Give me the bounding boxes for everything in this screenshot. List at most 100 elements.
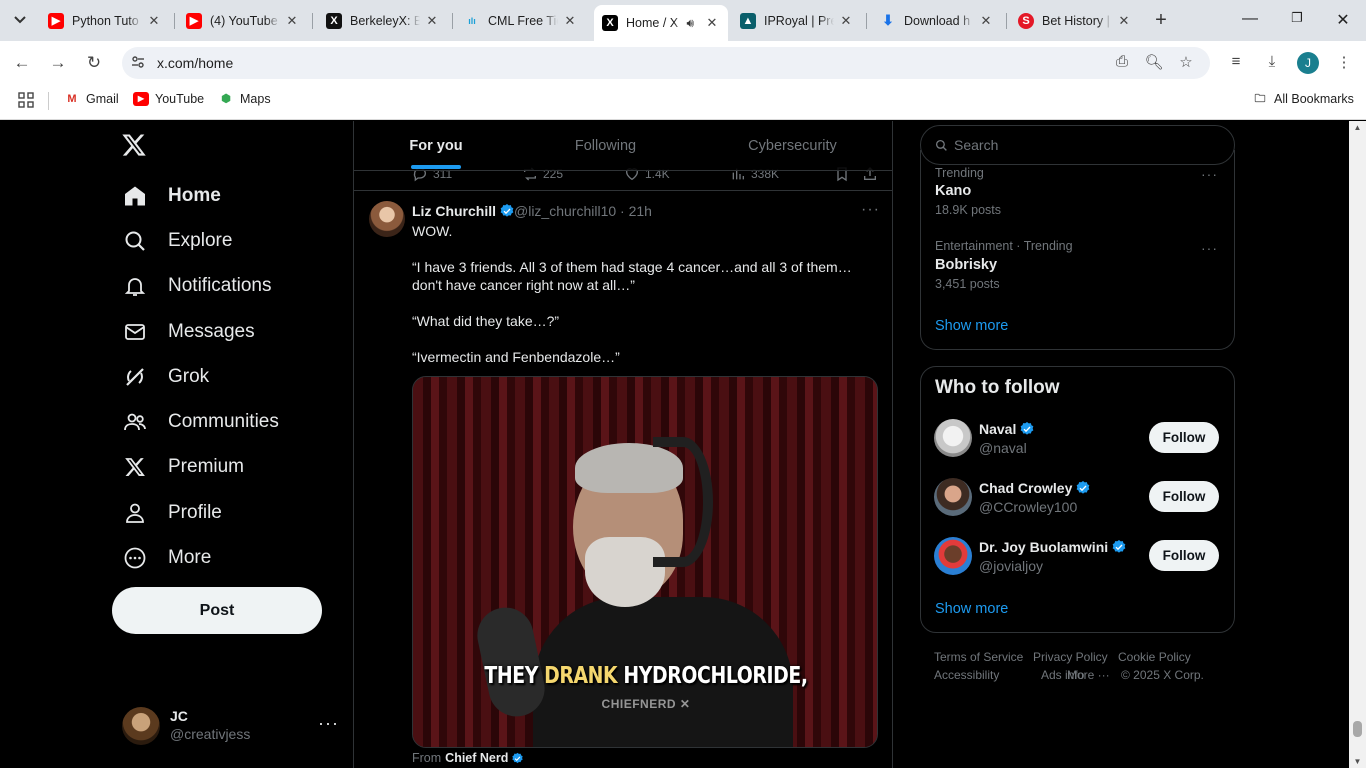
install-app-icon[interactable]: ⎙ [1112,53,1132,70]
trend-name[interactable]: Kano [935,183,971,199]
more-dots-icon[interactable]: ··· [318,713,339,734]
bookmark-star-icon[interactable]: ☆ [1176,53,1196,71]
bookmark-youtube[interactable]: ▶ YouTube [133,92,204,106]
person-icon [122,500,148,526]
nav-grok[interactable]: Grok [112,355,332,399]
source-name[interactable]: Chief Nerd [445,751,508,765]
account-switcher[interactable]: JC @creativjess ··· [122,705,342,747]
all-bookmarks[interactable]: 🗀 All Bookmarks [1252,92,1354,106]
suggestion-name[interactable]: Dr. Joy Buolamwini [979,539,1127,555]
browser-tab[interactable]: ▲ IPRoyal | Pre ✕ [732,5,862,36]
close-tab-icon[interactable]: ✕ [1116,13,1132,29]
bookmark-label: Maps [240,92,271,106]
suggestion-name[interactable]: Chad Crowley [979,480,1091,496]
bookmarks-bar [0,85,1366,120]
browser-tab[interactable]: ⬇ Download h ✕ [872,5,1002,36]
post-more-dots-icon[interactable]: ··· [861,201,880,219]
trend-more-dots-icon[interactable]: ··· [1201,240,1218,256]
minimize-icon[interactable]: — [1240,10,1260,28]
forward-arrow-icon[interactable]: → [46,52,70,74]
close-tab-icon[interactable]: ✕ [284,13,300,29]
footer-link-privacy[interactable]: Privacy Policy [1033,650,1108,664]
x-logo-icon[interactable] [121,132,149,160]
restore-window-icon[interactable]: ❐ [1287,10,1307,26]
trend-name[interactable]: Bobrisky [935,257,997,273]
author-name[interactable]: Liz Churchill [412,203,515,219]
browser-tab[interactable]: S Bet History | ✕ [1010,5,1140,36]
avatar[interactable] [934,537,972,575]
tab-following[interactable]: Following [518,121,693,171]
author-handle-time[interactable]: @liz_churchill10 · 21h [514,203,652,219]
site-info-icon[interactable] [131,55,145,72]
tab-search-chevron-icon[interactable] [8,8,32,32]
profile-avatar[interactable]: J [1297,52,1319,74]
who-to-follow-show-more-link[interactable]: Show more [935,601,1008,617]
home-icon [122,183,148,209]
nav-messages[interactable]: Messages [112,310,332,354]
browser-tab[interactable]: ▶ (4) YouTube ✕ [178,5,308,36]
browser-tab[interactable]: ▶ Python Tuto ✕ [40,5,170,36]
search-placeholder: Search [954,137,999,153]
bookmark-label: Gmail [86,92,119,106]
verified-badge-icon [1077,481,1090,494]
nav-more[interactable]: More [112,536,332,580]
nav-explore[interactable]: Explore [112,219,332,263]
reload-icon[interactable]: ↻ [82,52,106,74]
page-scrollbar[interactable]: ▲ ▼ [1349,121,1366,768]
close-tab-icon[interactable]: ✕ [978,13,994,29]
folder-icon: 🗀 [1254,93,1266,105]
downloads-icon[interactable]: ⤓ [1261,53,1283,70]
avatar[interactable] [934,478,972,516]
close-tab-icon[interactable]: ✕ [424,13,440,29]
follow-button[interactable]: Follow [1149,540,1219,571]
search-input[interactable]: Search [920,125,1235,165]
scroll-down-arrow-icon[interactable]: ▼ [1349,757,1366,766]
post-button[interactable]: Post [112,587,322,634]
close-tab-icon[interactable]: ✕ [838,13,854,29]
chrome-menu-icon[interactable]: ⋮ [1333,53,1355,71]
follow-button[interactable]: Follow [1149,422,1219,453]
speaker-icon[interactable]: 🔊︎ [686,16,694,31]
close-tab-icon[interactable]: ✕ [146,13,162,29]
footer-link-cookie[interactable]: Cookie Policy [1118,650,1191,664]
nav-notifications[interactable]: Notifications [112,264,332,308]
zoom-icon[interactable]: 🔍︎ [1144,53,1164,71]
browser-tab[interactable]: X BerkeleyX: Bl ✕ [318,5,448,36]
tab-for-you[interactable]: For you [354,121,518,171]
bookmark-gmail[interactable]: M Gmail [64,92,119,106]
nav-premium[interactable]: Premium [112,445,332,489]
address-bar[interactable] [122,47,1210,79]
trends-show-more-link[interactable]: Show more [935,318,1008,334]
scrollbar-thumb[interactable] [1353,721,1362,737]
author-avatar[interactable] [369,201,405,237]
nav-home[interactable]: Home [112,174,332,218]
media-controls-icon[interactable]: ≡ [1225,53,1247,70]
x-favicon-icon: X [602,15,618,31]
close-window-icon[interactable]: ✕ [1333,10,1353,30]
scroll-up-arrow-icon[interactable]: ▲ [1349,123,1366,132]
tab-separator [866,13,867,29]
nav-communities[interactable]: Communities [112,400,332,444]
footer-link-terms[interactable]: Terms of Service [934,650,1023,664]
close-tab-icon[interactable]: ✕ [562,13,578,29]
post-video[interactable]: THEY DRANK HYDROCHLORIDE, CHIEFNERD ✕ [412,376,878,748]
url-text[interactable]: x.com/home [157,55,233,71]
apps-grid-icon[interactable] [18,92,34,108]
avatar[interactable] [934,419,972,457]
browser-tab[interactable]: ılı CML Free Tie ✕ [456,5,586,36]
suggestion-handle: @CCrowley100 [979,499,1078,515]
suggestion-name[interactable]: Naval [979,421,1035,437]
footer-link-more[interactable]: More ··· [1067,668,1110,682]
new-tab-plus-icon[interactable]: + [1150,9,1172,31]
back-arrow-icon[interactable]: ← [10,52,34,74]
close-tab-icon[interactable]: ✕ [704,15,720,31]
footer-link-accessibility[interactable]: Accessibility [934,668,999,682]
cisco-favicon-icon: ılı [468,15,476,26]
nav-profile[interactable]: Profile [112,491,332,535]
video-source: From Chief Nerd [412,751,524,765]
bookmark-maps[interactable]: ⬢ Maps [218,92,271,106]
trend-more-dots-icon[interactable]: ··· [1201,166,1218,182]
follow-button[interactable]: Follow [1149,481,1219,512]
browser-tab-active[interactable]: X Home / X 🔊︎ ✕ [594,5,728,41]
tab-cybersecurity[interactable]: Cybersecurity [693,121,892,171]
